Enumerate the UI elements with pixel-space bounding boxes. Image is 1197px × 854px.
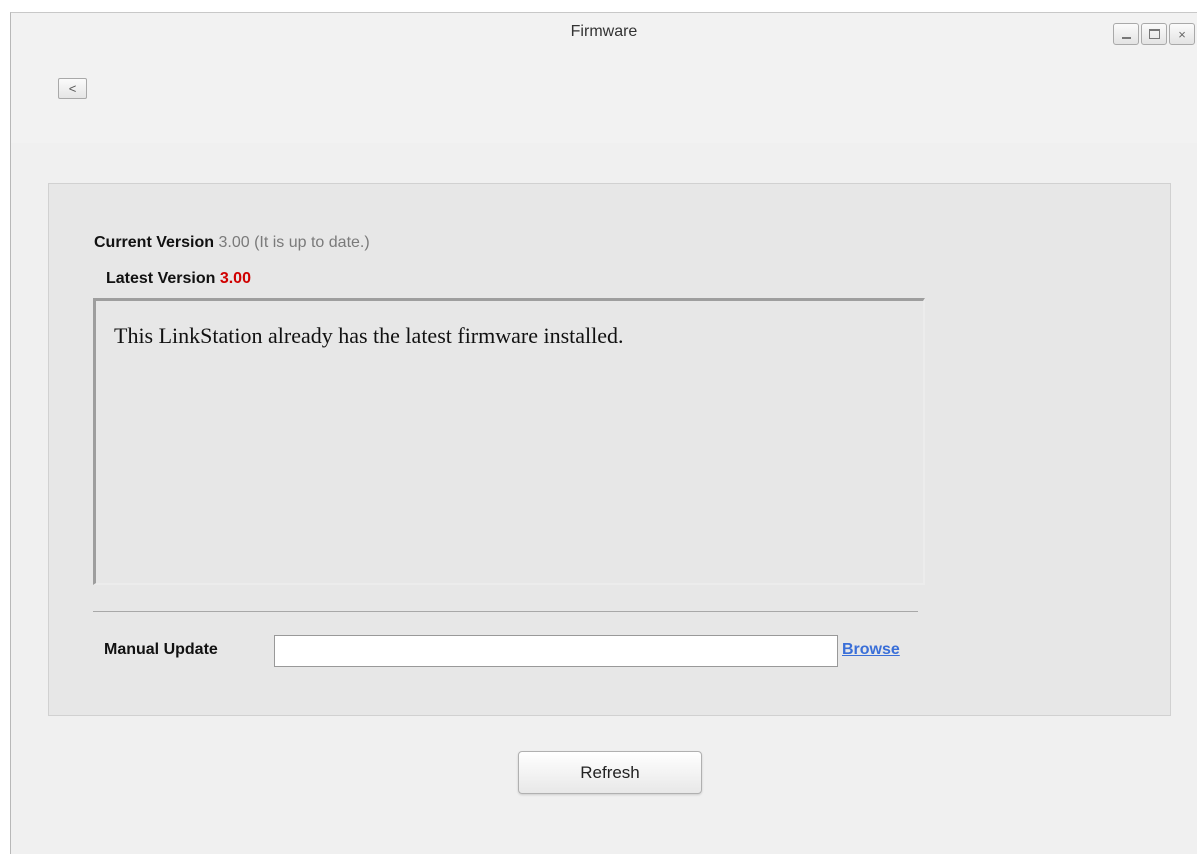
firmware-panel: Current Version 3.00 (It is up to date.)… (48, 183, 1171, 716)
current-version-label: Current Version (94, 234, 215, 251)
window-title: Firmware (570, 23, 638, 40)
current-version-row: Current Version 3.00 (It is up to date.) (94, 234, 370, 252)
back-icon: < (68, 81, 77, 96)
close-button[interactable]: × (1169, 23, 1195, 45)
firmware-message: This LinkStation already has the latest … (114, 323, 624, 348)
title-bar: Firmware × < (11, 13, 1197, 143)
close-icon: × (1178, 26, 1186, 42)
back-button[interactable]: < (58, 78, 87, 99)
minimize-button[interactable] (1113, 23, 1139, 45)
current-version-value: 3.00 (It is up to date.) (218, 234, 370, 251)
maximize-icon (1148, 29, 1160, 39)
firmware-message-box: This LinkStation already has the latest … (93, 298, 925, 585)
latest-version-row: Latest Version 3.00 (106, 270, 251, 288)
minimize-icon (1121, 37, 1131, 39)
manual-update-label: Manual Update (104, 641, 218, 658)
firmware-window: Firmware × < Current Version 3.00 (It is… (10, 12, 1197, 854)
latest-version-value: 3.00 (219, 270, 251, 287)
divider (93, 611, 918, 612)
refresh-button[interactable]: Refresh (518, 751, 702, 794)
browse-link[interactable]: Browse (842, 641, 900, 659)
manual-update-file-input[interactable] (274, 635, 838, 667)
refresh-button-label: Refresh (580, 762, 640, 782)
latest-version-label: Latest Version (106, 270, 216, 287)
maximize-button[interactable] (1141, 23, 1167, 45)
window-controls: × (1113, 23, 1195, 45)
